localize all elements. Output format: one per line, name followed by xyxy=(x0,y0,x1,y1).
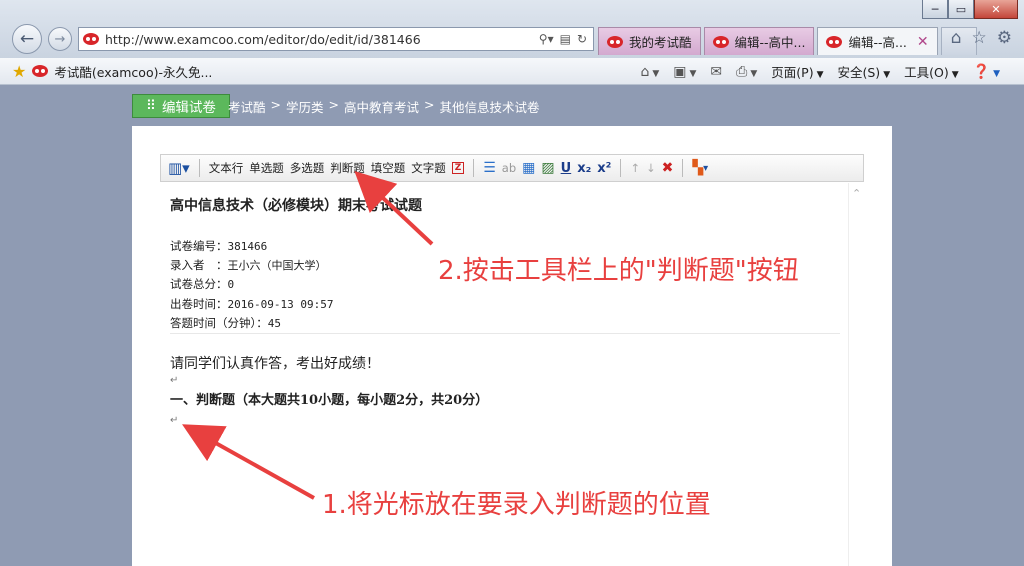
url-text[interactable]: http://www.examcoo.com/editor/do/edit/id… xyxy=(105,32,539,47)
image-icon[interactable]: ▨ xyxy=(538,157,557,179)
meta-row: 答题时间（分钟）：45 xyxy=(170,315,281,330)
insert-essay-button[interactable]: 文字题 xyxy=(408,157,449,179)
forward-button[interactable]: → xyxy=(48,27,72,51)
z-icon[interactable]: Z xyxy=(449,157,468,179)
intro-text: 请同学们认真作答，考出好成绩！ xyxy=(170,356,380,372)
home-menu-icon[interactable]: ⌂ ▼ xyxy=(640,64,659,80)
tab-strip: 我的考试酷 编辑--高中... 编辑--高... ✕ xyxy=(598,27,977,55)
subscript-button[interactable]: x₂ xyxy=(574,157,594,179)
scrollbar[interactable]: ⌃ xyxy=(848,183,864,566)
annotation-step2: 2.按击工具栏上的"判断题"按钮 xyxy=(438,256,799,286)
tools-menu[interactable]: 工具(O) ▼ xyxy=(904,62,959,81)
table-icon[interactable]: ▦ xyxy=(519,157,538,179)
columns-icon[interactable]: ▥▾ xyxy=(165,157,193,179)
favorites-star-icon[interactable]: ☆ xyxy=(972,28,987,48)
restore-button[interactable]: ▭ xyxy=(948,0,974,19)
paper-title: 高中信息技术（必修模块）期末考试试题 xyxy=(170,198,422,214)
mail-icon[interactable]: ✉ xyxy=(710,64,722,80)
site-favicon-icon xyxy=(83,33,99,45)
meta-row: 试卷编号：381466 xyxy=(170,239,268,253)
insert-fill-blank-button[interactable]: 填空题 xyxy=(368,157,409,179)
forward-arrow-icon: → xyxy=(54,31,66,47)
text-cursor-position[interactable]: ↵ xyxy=(170,415,178,426)
browser-chrome: ─ ▭ ✕ ← → http://www.examcoo.com/editor/… xyxy=(0,0,1024,58)
site-favicon-icon xyxy=(607,35,623,48)
section-heading: 一、判断题（本大题共10小题，每小题2分，共20分） xyxy=(170,393,489,408)
home-icon[interactable]: ⌂ xyxy=(951,28,962,48)
breadcrumb-link[interactable]: 其他信息技术试卷 xyxy=(440,97,540,116)
add-favorite-star-icon[interactable]: ★ xyxy=(12,62,26,81)
favorite-link[interactable]: 考试酷(examcoo)-永久免... xyxy=(54,62,212,81)
meta-row: 试卷总分：0 xyxy=(170,277,235,292)
underline-button[interactable]: U xyxy=(558,157,575,179)
site-favicon-icon xyxy=(32,65,49,77)
site-favicon-icon xyxy=(712,35,729,48)
divider xyxy=(170,333,840,334)
compat-view-icon[interactable]: ▤ xyxy=(560,32,571,46)
delete-icon[interactable]: ✖ xyxy=(659,157,677,179)
paper-meta: 试卷编号：381466 录入者 ：王小六（中国大学） 试卷总分：0 出卷时间：2… xyxy=(170,237,333,333)
editor-toolbar: ▥▾ 文本行 单选题 多选题 判断题 填空题 文字题 Z ☰ ab ▦ ▨ U … xyxy=(160,154,864,182)
grid-icon: ⠿ xyxy=(146,98,156,114)
breadcrumb: 考试酷 > 学历类 > 高中教育考试 > 其他信息技术试卷 xyxy=(228,97,540,116)
paragraph-mark: ↵ xyxy=(170,375,179,386)
back-button[interactable]: ← xyxy=(12,24,42,54)
tab-label: 编辑--高中... xyxy=(734,35,806,50)
back-arrow-icon: ← xyxy=(19,29,35,49)
print-icon[interactable]: ⎙ ▼ xyxy=(736,64,757,80)
command-bar: ★ 考试酷(examcoo)-永久免... ⌂ ▼ ▣ ▼ ✉ ⎙ ▼ 页面(P) ▼ … xyxy=(0,58,1024,85)
tab-edit-2[interactable]: 编辑--高... ✕ xyxy=(817,27,938,55)
search-icon[interactable]: ⚲▾ xyxy=(539,32,554,46)
site-favicon-icon xyxy=(826,35,843,48)
insert-true-false-button[interactable]: 判断题 xyxy=(327,157,368,179)
address-bar[interactable]: http://www.examcoo.com/editor/do/edit/id… xyxy=(78,27,594,51)
favorites-bar: ★ 考试酷(examcoo)-永久免... xyxy=(12,62,212,81)
breadcrumb-link[interactable]: 考试酷 xyxy=(228,97,266,116)
tab-label: 我的考试酷 xyxy=(629,35,692,50)
add-widget-icon[interactable]: ▚ ▾ xyxy=(689,157,711,179)
safety-menu[interactable]: 安全(S) ▼ xyxy=(838,62,891,81)
insert-text-line-button[interactable]: 文本行 xyxy=(206,157,247,179)
insert-single-choice-button[interactable]: 单选题 xyxy=(246,157,287,179)
annotation-step1: 1.将光标放在要录入判断题的位置 xyxy=(322,490,711,520)
meta-row: 出卷时间：2016-09-13 09:57 xyxy=(170,296,334,311)
move-up-icon[interactable]: ↑ xyxy=(627,157,643,179)
scroll-up-icon[interactable]: ⌃ xyxy=(852,187,861,200)
page-menu[interactable]: 页面(P) ▼ xyxy=(771,62,823,81)
breadcrumb-link[interactable]: 学历类 xyxy=(286,97,324,116)
gear-icon[interactable]: ⚙ xyxy=(997,28,1012,48)
window-controls: ─ ▭ ✕ xyxy=(922,0,1018,19)
close-tab-icon[interactable]: ✕ xyxy=(917,34,929,50)
tab-label: 编辑--高... xyxy=(848,35,907,50)
edit-paper-button[interactable]: ⠿ 编辑试卷 xyxy=(132,94,230,118)
list-icon[interactable]: ☰ xyxy=(480,157,499,179)
tab-edit-1[interactable]: 编辑--高中... xyxy=(703,27,815,55)
move-down-icon[interactable]: ↓ xyxy=(643,157,659,179)
close-button[interactable]: ✕ xyxy=(974,0,1018,19)
text-style-icon[interactable]: ab xyxy=(499,157,519,179)
meta-row: 录入者 ：王小六（中国大学） xyxy=(170,258,327,273)
refresh-icon[interactable]: ↻ xyxy=(577,32,587,46)
help-icon[interactable]: ❓ ▼ xyxy=(973,64,1000,80)
insert-multi-choice-button[interactable]: 多选题 xyxy=(287,157,328,179)
rss-feed-icon[interactable]: ▣ ▼ xyxy=(673,64,696,80)
minimize-button[interactable]: ─ xyxy=(922,0,948,19)
breadcrumb-link[interactable]: 高中教育考试 xyxy=(344,97,419,116)
tab-my-examcoo[interactable]: 我的考试酷 xyxy=(598,27,701,55)
superscript-button[interactable]: x² xyxy=(594,157,614,179)
